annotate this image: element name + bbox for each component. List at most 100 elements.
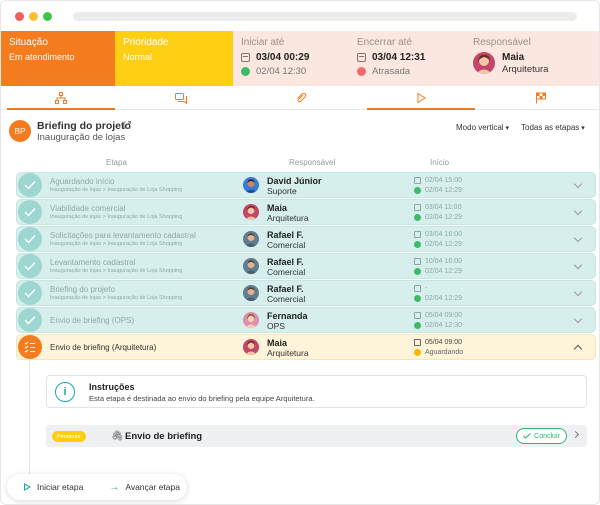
col-responsavel: Responsável [289,158,336,167]
project-title: Briefing do projeto [37,120,131,132]
instructions-text: Esta etapa é destinada ao envio do brief… [89,394,315,403]
project-header: BP Briefing do projeto Inauguração de lo… [9,118,591,146]
status-strip: Situação Em atendimento Prioridade Norma… [1,31,599,86]
task-row[interactable]: Pendente 🖇 Envio de briefing Concluir [46,425,587,447]
step-row[interactable]: Solicitações para levantamento cadastral… [16,226,596,252]
responsible-name: Maia [267,203,288,213]
calendar-icon [414,258,421,265]
step-name: Viabilidade comercial [50,204,126,213]
start-deadline-label: Iniciar até [241,37,285,48]
view-mode-dropdown[interactable]: Modo vertical [456,123,509,132]
tab-attachments[interactable] [241,86,361,109]
status-dot-icon [414,322,421,329]
tab-flag[interactable] [481,86,599,109]
tab-execution[interactable] [361,86,481,110]
step-row-active[interactable]: Envio de briefing (Arquitetura) Maia Arq… [16,334,596,360]
step-row[interactable]: Briefing do projeto Inauguração de lojas… [16,280,596,306]
responsible-role: OPS [267,321,285,331]
advance-step-label: Avançar etapa [125,482,180,492]
tab-chat[interactable] [121,86,241,109]
step-row[interactable]: Aguardando início Inauguração de lojas >… [16,172,596,198]
start-actual: 02/04 12:30 [256,66,307,77]
avatar [243,204,259,220]
actual-date: 02/04 12:29 [425,295,462,302]
checklist-icon [18,335,42,359]
responsible-name: Rafael F. [267,230,304,240]
step-filter-dropdown[interactable]: Todas as etapas [521,123,585,132]
chevron-down-icon[interactable] [573,314,583,324]
priority-value: Normal [123,52,153,62]
responsible-role: Arquitetura [502,64,549,75]
situation-value: Em atendimento [9,52,75,62]
end-planned: 03/04 12:31 [372,52,426,63]
status-dot-icon [414,241,421,248]
planned-date: 05/04 09:00 [425,339,462,346]
chevron-down-icon[interactable] [573,233,583,243]
tab-bar [1,86,599,110]
advance-step-button[interactable]: → Avançar etapa [83,482,180,493]
close-dot[interactable] [15,12,24,21]
calendar-icon [414,312,421,319]
conclude-button[interactable]: Concluir [516,428,567,444]
maximize-dot[interactable] [43,12,52,21]
responsible-cell[interactable]: Responsável Maia Arquitetura [465,31,599,86]
calendar-icon [357,53,366,62]
step-row[interactable]: Envio de briefing (OPS) Fernanda OPS 05/… [16,307,596,333]
external-link-icon[interactable] [123,121,131,129]
step-name: Solicitações para levantamento cadastral [50,231,196,240]
chevron-down-icon[interactable] [573,287,583,297]
attachment-icon [297,92,307,102]
step-path: Inauguração de lojas > Inauguração de Lo… [50,214,183,220]
step-row[interactable]: Viabilidade comercial Inauguração de loj… [16,199,596,225]
late-dot-icon [357,67,366,76]
step-row[interactable]: Levantamento cadastral Inauguração de lo… [16,253,596,279]
instructions-title: Instruções [89,382,135,392]
chat-icon [175,92,187,104]
avatar [243,177,259,193]
actual-date: 02/04 12:29 [425,187,462,194]
chevron-down-icon[interactable] [573,260,583,270]
actual-date: 02/04 12:29 [425,268,462,275]
responsible-label: Responsável [473,37,531,48]
minimize-dot[interactable] [29,12,38,21]
actual-date: Aguardando [425,349,464,356]
start-planned: 03/04 00:29 [256,52,310,63]
responsible-role: Arquitetura [267,348,309,358]
address-bar[interactable] [73,12,577,21]
timeline-connector [29,360,30,480]
actual-date: 02/04 12:30 [425,322,462,329]
priority-cell[interactable]: Prioridade Normal [115,31,233,86]
responsible-name: Maia [502,52,525,63]
check-icon [18,281,42,305]
calendar-icon [241,53,250,62]
step-path: Inauguração de lojas > Inauguração de Lo… [50,241,183,247]
step-action-bar: Iniciar etapa → Avançar etapa [7,474,187,500]
chevron-down-icon[interactable] [573,206,583,216]
step-name: Levantamento cadastral [50,258,136,267]
responsible-name: Fernanda [267,311,308,321]
planned-date: 05/04 09:00 [425,312,462,319]
chevron-down-icon[interactable] [573,179,583,189]
check-icon [18,173,42,197]
planned-date: 02/04 15:00 [425,177,462,184]
start-step-button[interactable]: Iniciar etapa [7,482,83,492]
actual-date: 02/04 12:29 [425,241,462,248]
status-dot-icon [414,295,421,302]
play-icon [24,483,31,491]
browser-titlebar [1,1,599,31]
situation-label: Situação [9,37,48,48]
structure-icon [55,91,67,104]
step-name: Envio de briefing (OPS) [50,316,135,325]
actual-date: 02/04 12:29 [425,214,462,221]
chevron-right-icon[interactable] [571,430,580,439]
instructions-box: i Instruções Esta etapa é destinada ao e… [46,375,587,408]
info-icon: i [55,382,75,402]
tab-structure[interactable] [1,86,121,110]
planned-date: 10/04 16:00 [425,258,462,265]
step-name: Briefing do projeto [50,285,115,294]
check-icon [18,227,42,251]
start-deadline-cell: Iniciar até 03/04 00:29 02/04 12:30 [233,31,349,86]
arrow-right-icon: → [109,481,120,493]
situation-cell[interactable]: Situação Em atendimento [1,31,115,86]
chevron-up-icon[interactable] [573,344,583,354]
